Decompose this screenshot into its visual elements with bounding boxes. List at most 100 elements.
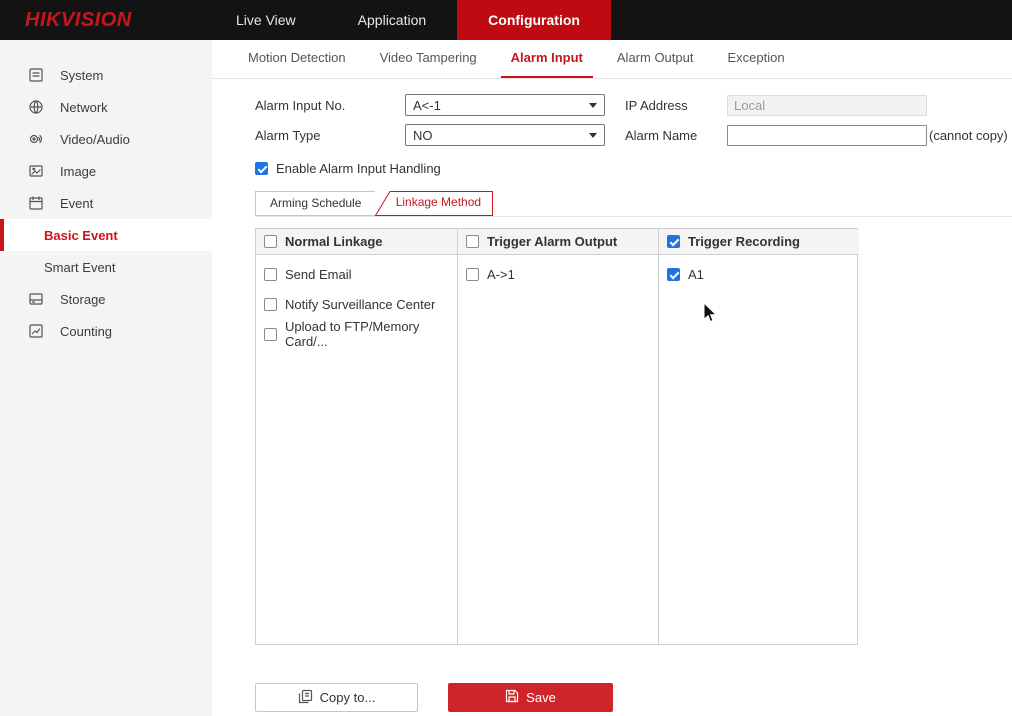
alarm-type-label: Alarm Type (255, 128, 405, 143)
sidebar-item-storage[interactable]: Storage (0, 283, 212, 315)
recording-a1-checkbox[interactable] (667, 268, 680, 281)
trigger-alarm-output-column: Trigger Alarm Output A->1 (457, 229, 658, 644)
linkage-table: Normal Linkage Send Email Notify Surveil… (255, 228, 858, 645)
sidebar-item-image[interactable]: Image (0, 155, 212, 187)
cannot-copy-note: (cannot copy) (929, 128, 1008, 143)
alarm-name-field[interactable] (727, 125, 927, 146)
sidebar-item-video-audio[interactable]: Video/Audio (0, 123, 212, 155)
copy-icon (298, 689, 313, 707)
sidebar-item-basic-event[interactable]: Basic Event (0, 219, 212, 251)
list-item: Upload to FTP/Memory Card/... (256, 319, 457, 349)
top-bar: HIKVISION Live View Application Configur… (0, 0, 1012, 40)
sidebar-item-label: Basic Event (44, 228, 118, 243)
enable-handling-row: Enable Alarm Input Handling (255, 159, 1012, 177)
list-item-label: A1 (688, 267, 704, 282)
alarm-name-label: Alarm Name (625, 128, 727, 143)
column-header-label: Trigger Alarm Output (487, 234, 617, 249)
list-item: A1 (659, 259, 859, 289)
enable-handling-label: Enable Alarm Input Handling (276, 161, 441, 176)
chevron-down-icon (589, 103, 597, 108)
counting-icon (28, 323, 44, 339)
alarm-type-value: NO (413, 128, 433, 143)
column-header-label: Trigger Recording (688, 234, 800, 249)
sidebar-item-label: Storage (60, 292, 106, 307)
normal-linkage-header: Normal Linkage (256, 229, 457, 255)
notify-surveillance-center-checkbox[interactable] (264, 298, 277, 311)
list-item-label: A->1 (487, 267, 515, 282)
ip-address-field (727, 95, 927, 116)
sidebar-item-label: Event (60, 196, 93, 211)
sidebar: System Network Video/Audio Image Event B… (0, 40, 212, 716)
event-icon (28, 195, 44, 211)
tab-exception[interactable]: Exception (717, 50, 794, 78)
sidebar-item-label: Counting (60, 324, 112, 339)
list-item: A->1 (458, 259, 658, 289)
hikvision-logo: HIKVISION (0, 9, 205, 32)
system-icon (28, 67, 44, 83)
tab-motion-detection[interactable]: Motion Detection (238, 50, 356, 78)
alarm-type-select[interactable]: NO (405, 124, 605, 146)
trigger-alarm-output-header: Trigger Alarm Output (458, 229, 658, 255)
tab-bar: Motion Detection Video Tampering Alarm I… (212, 40, 1012, 79)
nav-application[interactable]: Application (327, 0, 458, 40)
sidebar-item-network[interactable]: Network (0, 91, 212, 123)
save-icon (505, 689, 519, 706)
list-item: Send Email (256, 259, 457, 289)
normal-linkage-body: Send Email Notify Surveillance Center Up… (256, 255, 457, 644)
trigger-alarm-output-body: A->1 (458, 255, 658, 644)
alarm-input-no-label: Alarm Input No. (255, 98, 405, 113)
column-header-label: Normal Linkage (285, 234, 383, 249)
main-content: Motion Detection Video Tampering Alarm I… (212, 40, 1012, 716)
trigger-alarm-output-checkbox[interactable] (466, 235, 479, 248)
list-item-label: Send Email (285, 267, 351, 282)
normal-linkage-checkbox[interactable] (264, 235, 277, 248)
chevron-down-icon (589, 133, 597, 138)
sidebar-item-label: Network (60, 100, 108, 115)
alarm-input-panel: Alarm Input No. A<-1 IP Address Alarm Ty… (212, 79, 1012, 712)
form-row-2: Alarm Type NO Alarm Name (cannot copy) (255, 120, 1012, 150)
subtab-bar: Arming Schedule Linkage Method (255, 191, 1012, 217)
sidebar-item-counting[interactable]: Counting (0, 315, 212, 347)
button-row: Copy to... Save (255, 683, 1012, 712)
nav-configuration[interactable]: Configuration (457, 0, 611, 40)
copy-to-button[interactable]: Copy to... (255, 683, 418, 712)
list-item-label: Upload to FTP/Memory Card/... (285, 319, 457, 349)
alarm-input-no-select[interactable]: A<-1 (405, 94, 605, 116)
form-row-1: Alarm Input No. A<-1 IP Address (255, 90, 1012, 120)
alarm-input-no-value: A<-1 (413, 98, 441, 113)
save-label: Save (526, 690, 556, 705)
tab-alarm-input[interactable]: Alarm Input (501, 50, 593, 78)
sidebar-item-event[interactable]: Event (0, 187, 212, 219)
subtab-arming-schedule[interactable]: Arming Schedule (255, 191, 376, 216)
alarm-output-a1-checkbox[interactable] (466, 268, 479, 281)
tab-alarm-output[interactable]: Alarm Output (607, 50, 704, 78)
sidebar-item-label: Smart Event (44, 260, 116, 275)
upload-ftp-checkbox[interactable] (264, 328, 277, 341)
ip-address-label: IP Address (625, 98, 727, 113)
trigger-recording-checkbox[interactable] (667, 235, 680, 248)
tab-video-tampering[interactable]: Video Tampering (370, 50, 487, 78)
nav-live-view[interactable]: Live View (205, 0, 327, 40)
sidebar-item-label: System (60, 68, 103, 83)
image-icon (28, 163, 44, 179)
trigger-recording-body: A1 (659, 255, 859, 644)
enable-handling-checkbox[interactable] (255, 162, 268, 175)
trigger-recording-header: Trigger Recording (659, 229, 859, 255)
sidebar-item-smart-event[interactable]: Smart Event (0, 251, 212, 283)
copy-to-label: Copy to... (320, 690, 376, 705)
save-button[interactable]: Save (448, 683, 613, 712)
sidebar-item-label: Image (60, 164, 96, 179)
send-email-checkbox[interactable] (264, 268, 277, 281)
network-icon (28, 99, 44, 115)
top-nav: Live View Application Configuration (205, 0, 611, 40)
trigger-recording-column: Trigger Recording A1 (658, 229, 859, 644)
video-audio-icon (28, 131, 44, 147)
list-item: Notify Surveillance Center (256, 289, 457, 319)
storage-icon (28, 291, 44, 307)
subtab-label: Linkage Method (396, 195, 481, 209)
sidebar-item-system[interactable]: System (0, 59, 212, 91)
list-item-label: Notify Surveillance Center (285, 297, 435, 312)
subtab-linkage-method[interactable]: Linkage Method (375, 191, 493, 216)
sidebar-item-label: Video/Audio (60, 132, 130, 147)
normal-linkage-column: Normal Linkage Send Email Notify Surveil… (256, 229, 457, 644)
